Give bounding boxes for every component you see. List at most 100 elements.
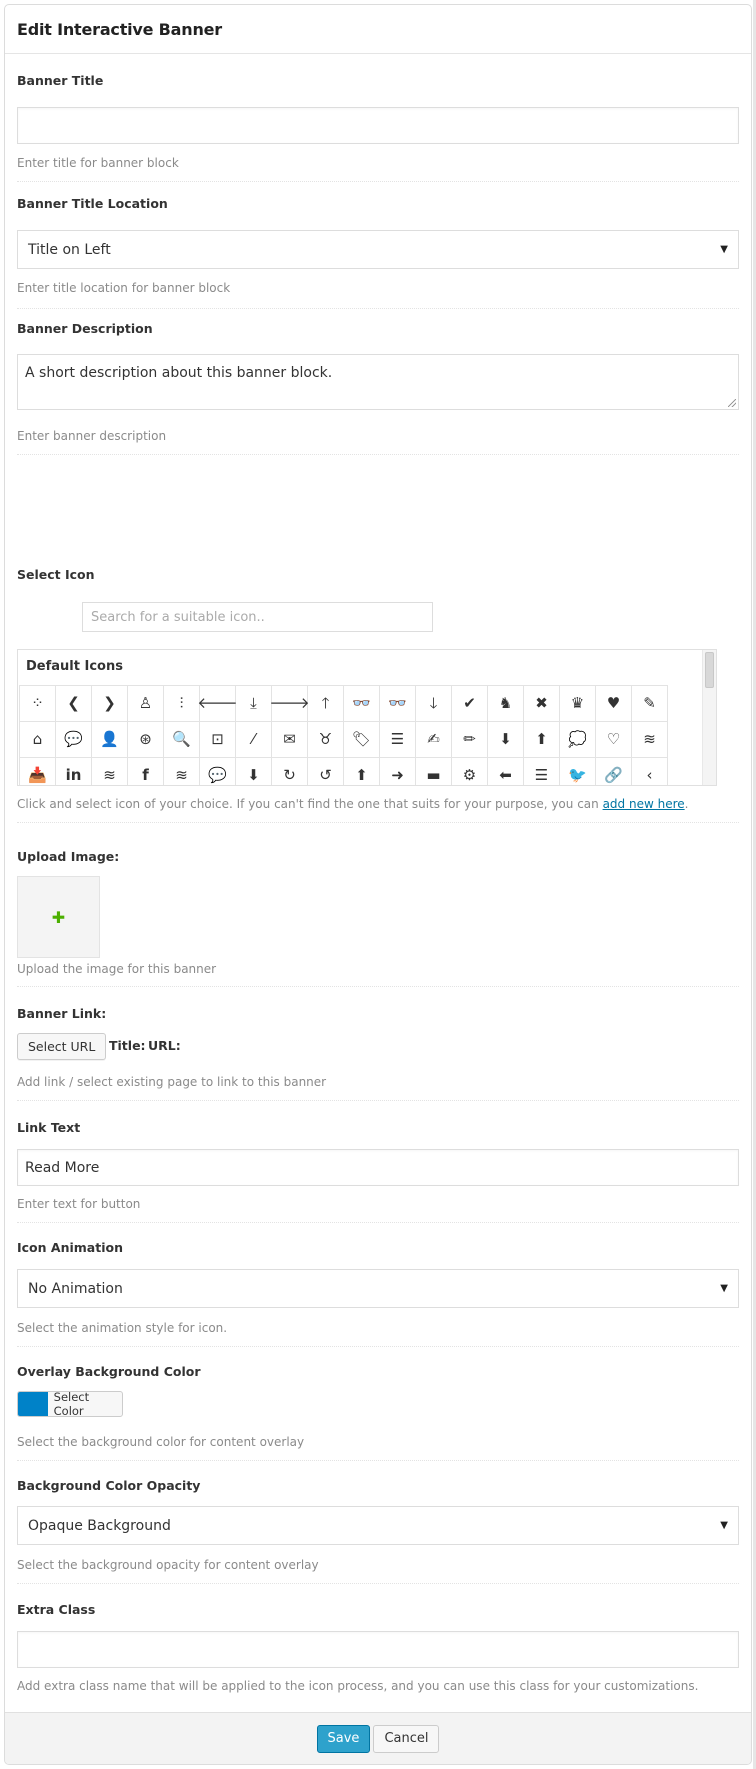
icon-option[interactable]: 🏷	[344, 722, 380, 758]
overlay-color-picker[interactable]: Select Color	[17, 1391, 123, 1417]
icon-option[interactable]: ≋	[632, 722, 668, 758]
title-location-help: Enter title location for banner block	[17, 281, 231, 295]
icon-option[interactable]: ↺	[308, 758, 344, 785]
icon-option[interactable]: ‹	[632, 758, 668, 785]
icon-option[interactable]: 💬	[56, 722, 92, 758]
chess-queen-icon: ♛	[570, 694, 585, 712]
edit-icon: ✍	[427, 730, 440, 748]
dialog-footer: Save Cancel	[5, 1712, 751, 1764]
icon-option[interactable]: ⤓	[236, 686, 272, 722]
inbox-download-icon: 📥	[28, 766, 47, 784]
banner-title-label: Banner Title	[17, 73, 104, 88]
icon-option[interactable]: 🔗	[596, 758, 632, 785]
icon-option[interactable]: 📥	[20, 758, 56, 785]
cancel-button[interactable]: Cancel	[373, 1724, 440, 1753]
twitter-icon: 🐦	[568, 766, 587, 784]
icon-option[interactable]: ✔	[452, 686, 488, 722]
chevron-down-icon: ▼	[720, 1283, 728, 1294]
banner-title-input[interactable]	[17, 107, 739, 144]
overlay-color-label: Overlay Background Color	[17, 1364, 201, 1379]
add-new-icon-link[interactable]: add new here	[603, 797, 685, 811]
description-textarea[interactable]: A short description about this banner bl…	[17, 354, 739, 410]
icon-option[interactable]: ⬅	[488, 758, 524, 785]
icon-option[interactable]: 🐦	[560, 758, 596, 785]
icon-option[interactable]: 🔍	[164, 722, 200, 758]
icon-option[interactable]: ♡	[596, 722, 632, 758]
icon-search-input[interactable]: Search for a suitable icon..	[82, 602, 433, 632]
icon-option[interactable]: ✖	[524, 686, 560, 722]
icon-option[interactable]: ▬	[416, 758, 452, 785]
icon-option[interactable]: ❯	[92, 686, 128, 722]
icon-option[interactable]: ✏	[452, 722, 488, 758]
user-icon: 👤	[100, 730, 119, 748]
select-icon-label: Select Icon	[17, 567, 95, 582]
upload-image-help: Upload the image for this banner	[17, 962, 217, 976]
icon-grid: ⁘ ❮ ❯ ♙ ⫶ 🡐 ⤓ 🡒 🡑 👓 👓 🡓 ✔ ♞ ✖ ♛ ♥ ✎ ⌂ 💬 👤 ⊛ 🔍 ⊡ ⁄ ✉ ♉ 🏷 ☰ ✍ ✏ ⬇ ⬆ 💭 ♡ ≋ 📥 in ≋…	[19, 685, 668, 785]
arrow-down-icon: 🡓	[429, 694, 438, 712]
select-icon-help: Click and select icon of your choice. If…	[17, 797, 688, 811]
icon-option[interactable]: ↻	[272, 758, 308, 785]
divider	[17, 1222, 739, 1223]
resize-handle-icon[interactable]	[728, 399, 736, 407]
upload-image-button[interactable]: ✚	[17, 876, 100, 958]
link-text-help: Enter text for button	[17, 1197, 141, 1211]
icon-option[interactable]: ✉	[272, 722, 308, 758]
icon-option[interactable]: 👓	[344, 686, 380, 722]
icon-option[interactable]: ≋	[92, 758, 128, 785]
icon-picker-scrollbar[interactable]	[702, 650, 716, 785]
bg-opacity-select[interactable]: Opaque Background ▼	[17, 1506, 739, 1545]
color-swatch[interactable]	[18, 1392, 48, 1416]
icon-option[interactable]: ⚙	[452, 758, 488, 785]
chevron-down-icon: ▼	[720, 244, 728, 255]
heart-outline-icon: ♡	[606, 730, 621, 748]
icon-option[interactable]: ☰	[524, 758, 560, 785]
select-icon-help-text: Click and select icon of your choice. If…	[17, 797, 603, 811]
scrollbar-thumb[interactable]	[705, 652, 714, 688]
icon-option[interactable]: 💭	[560, 722, 596, 758]
icon-option[interactable]: ⌂	[20, 722, 56, 758]
title-location-select[interactable]: Title on Left ▼	[17, 230, 739, 269]
icon-option[interactable]: ⬇	[488, 722, 524, 758]
icon-option[interactable]: ⬆	[344, 758, 380, 785]
arrow-right-circle-icon: ➜	[391, 766, 404, 784]
divider	[17, 986, 739, 987]
icon-option[interactable]: ♞	[488, 686, 524, 722]
icon-group-title: Default Icons	[26, 659, 123, 674]
icon-option[interactable]: ☰	[380, 722, 416, 758]
link-text-input[interactable]: Read More	[17, 1149, 739, 1186]
icon-option[interactable]: ≋	[164, 758, 200, 785]
icon-option[interactable]: ⊡	[200, 722, 236, 758]
icon-option[interactable]: ⊛	[128, 722, 164, 758]
icon-option[interactable]: 👤	[92, 722, 128, 758]
icon-option[interactable]: 👓	[380, 686, 416, 722]
icon-option[interactable]: ♙	[128, 686, 164, 722]
icon-option[interactable]: ✎	[632, 686, 668, 722]
icon-option[interactable]: 🡑	[308, 686, 344, 722]
bg-opacity-label: Background Color Opacity	[17, 1478, 201, 1493]
icon-option[interactable]: ⬇	[236, 758, 272, 785]
icon-option[interactable]: 🡐	[197, 686, 238, 722]
icon-option[interactable]: ➜	[380, 758, 416, 785]
icon-option[interactable]: ⁘	[20, 686, 56, 722]
tags-icon: 🏷	[351, 730, 372, 748]
icon-option[interactable]: in	[56, 758, 92, 785]
upload-circle-icon: ⬆	[535, 730, 548, 748]
icon-animation-value: No Animation	[28, 1280, 123, 1297]
icon-option[interactable]: ⬆	[524, 722, 560, 758]
icon-option[interactable]: 🡓	[416, 686, 452, 722]
icon-option[interactable]: ⁄	[236, 722, 272, 758]
icon-option[interactable]: ♛	[560, 686, 596, 722]
icon-option[interactable]: f	[128, 758, 164, 785]
icon-animation-select[interactable]: No Animation ▼	[17, 1269, 739, 1308]
icon-option[interactable]: 🡒	[269, 686, 310, 722]
icon-option[interactable]: ❮	[56, 686, 92, 722]
link-url-label: URL:	[148, 1038, 181, 1053]
icon-option[interactable]: 💬	[200, 758, 236, 785]
icon-option[interactable]: ✍	[416, 722, 452, 758]
save-button[interactable]: Save	[316, 1724, 371, 1753]
select-url-button[interactable]: Select URL	[17, 1033, 107, 1060]
icon-option[interactable]: ♉	[308, 722, 344, 758]
extra-class-input[interactable]	[17, 1631, 739, 1668]
icon-option[interactable]: ♥	[596, 686, 632, 722]
icon-option[interactable]: ⫶	[164, 686, 200, 722]
